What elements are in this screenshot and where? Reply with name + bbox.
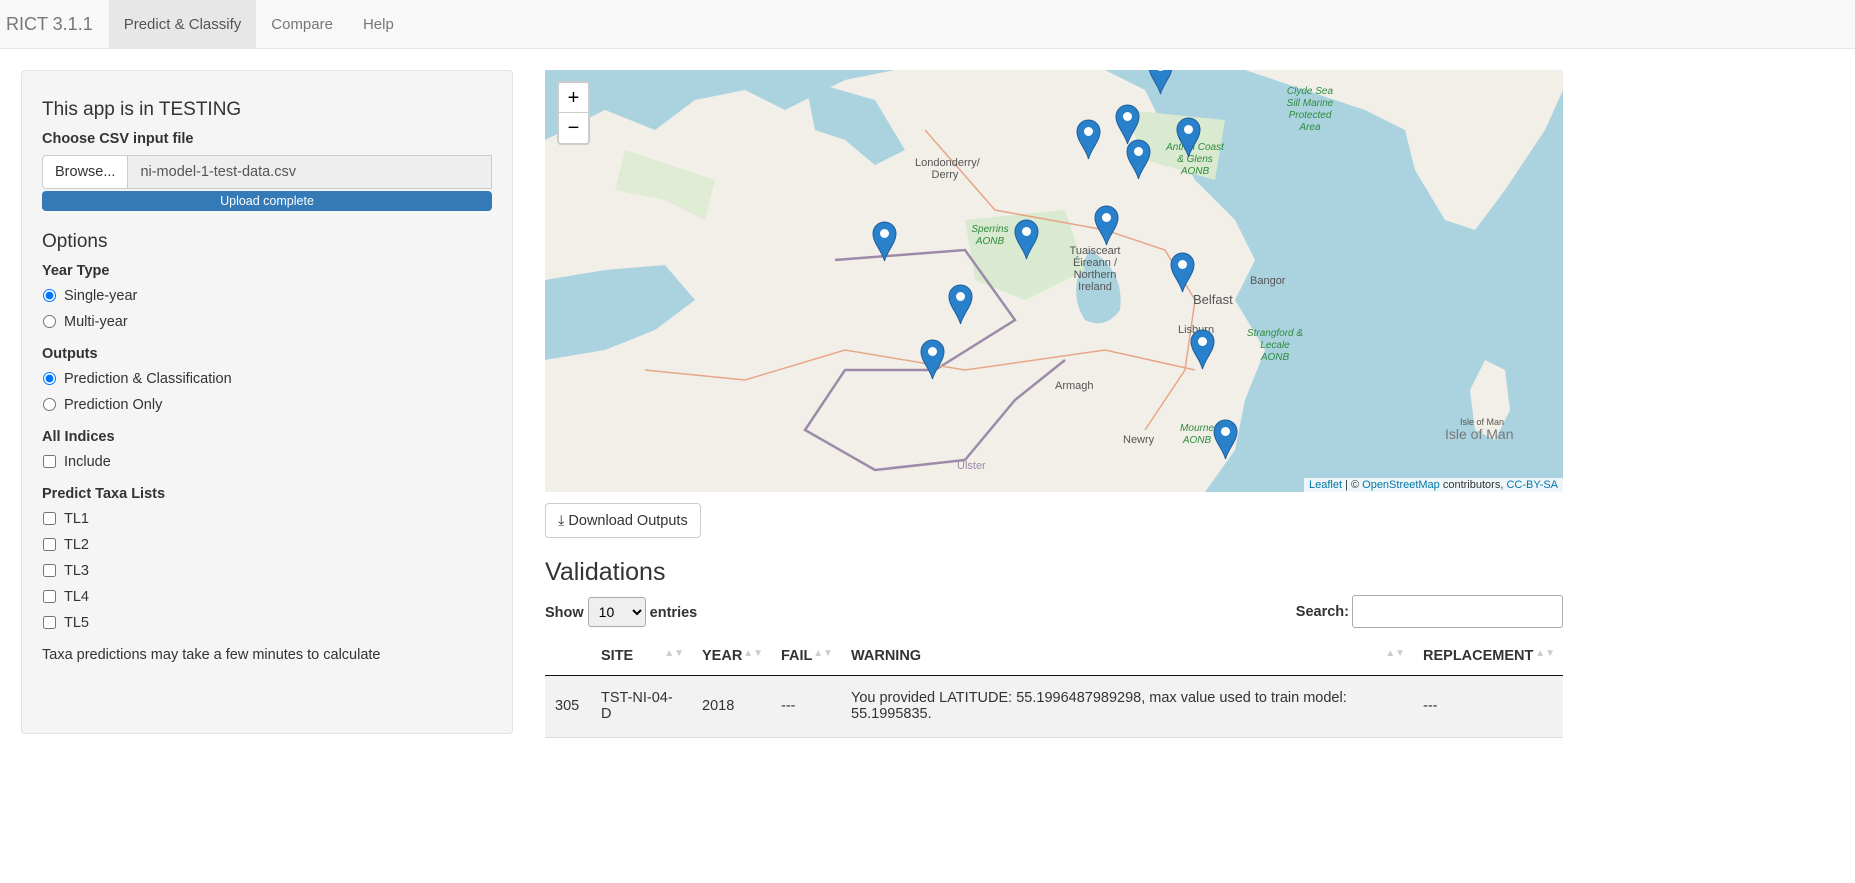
navbar: RICT 3.1.1 Predict & Classify Compare He… — [0, 0, 1855, 49]
checkbox-tl1[interactable]: TL1 — [42, 510, 492, 527]
cell-fail: --- — [771, 675, 841, 738]
main-panel: ⤓ Download Outputs Validations Show 10 entr… — [545, 492, 1563, 738]
checkbox-label: TL4 — [64, 588, 89, 605]
download-label: Download Outputs — [568, 512, 688, 529]
map-marker-icon[interactable] — [1014, 219, 1039, 260]
radio-label: Multi-year — [64, 313, 128, 330]
cell-id: 305 — [545, 675, 591, 738]
leaflet-link[interactable]: Leaflet — [1309, 479, 1342, 491]
taxa-note: Taxa predictions may take a few minutes … — [42, 647, 381, 663]
attr-sep: | © — [1342, 479, 1363, 491]
label-bangor: Bangor — [1250, 275, 1286, 287]
file-label: Choose CSV input file — [42, 131, 194, 147]
map-marker-icon[interactable] — [872, 221, 897, 262]
cell-replacement: --- — [1413, 675, 1563, 738]
label-clyde-sea: Clyde Sea Sill Marine Protected Area — [1286, 86, 1334, 133]
file-input[interactable]: Browse... ni-model-1-test-data.csv — [42, 155, 492, 189]
label-isle-of-man: Isle of Man — [1445, 426, 1514, 442]
zoom-in-button[interactable]: + — [559, 83, 588, 113]
map-marker-icon[interactable] — [1094, 205, 1119, 246]
label-northern-ireland: Tuaisceart Éireann / Northern Ireland — [1069, 245, 1121, 293]
checkbox-label: TL5 — [64, 614, 89, 631]
options-title: Options — [42, 231, 108, 252]
col-index[interactable] — [545, 637, 591, 676]
browse-button[interactable]: Browse... — [42, 155, 129, 189]
label-armagh: Armagh — [1055, 380, 1094, 392]
map-marker-icon[interactable] — [1190, 329, 1215, 370]
map-marker-icon[interactable] — [1213, 419, 1238, 460]
file-name-field: ni-model-1-test-data.csv — [128, 155, 492, 189]
tab-help[interactable]: Help — [348, 0, 409, 48]
map-marker-icon[interactable] — [1170, 252, 1195, 293]
search-label: Search: — [1295, 604, 1349, 620]
map-marker-icon[interactable] — [1076, 119, 1101, 160]
map-marker-icon[interactable] — [1126, 139, 1151, 180]
license-link[interactable]: CC-BY-SA — [1506, 479, 1558, 491]
radio-label: Prediction & Classification — [64, 370, 232, 387]
tab-predict-classify[interactable]: Predict & Classify — [108, 0, 257, 48]
validations-title: Validations — [545, 558, 666, 586]
checkbox-tl4[interactable]: TL4 — [42, 588, 492, 605]
validations-table: SITE ▲▼ YEAR ▲▼ FAIL ▲▼ WARNING ▲▼ REPLACEME… — [545, 637, 1563, 738]
download-icon: ⤓ — [558, 512, 565, 529]
sidebar-panel: This app is in TESTING Choose CSV input … — [21, 70, 513, 734]
col-warning[interactable]: WARNING ▲▼ — [841, 637, 1413, 676]
attr-contrib: contributors, — [1439, 479, 1507, 491]
radio-single-year[interactable]: Single-year — [42, 287, 492, 304]
app-brand: RICT 3.1.1 — [6, 13, 93, 34]
all-indices-label: All Indices — [42, 429, 115, 445]
checkbox-include[interactable]: Include — [42, 453, 492, 470]
radio-prediction-only[interactable]: Prediction Only — [42, 396, 492, 413]
map-marker-icon[interactable] — [1176, 117, 1201, 158]
map-attribution: Leaflet | © OpenStreetMap contributors, … — [1303, 478, 1563, 492]
label-ulster: Ulster — [957, 460, 986, 472]
checkbox-label: TL2 — [64, 536, 89, 553]
tab-compare[interactable]: Compare — [256, 0, 348, 48]
radio-prediction-classification[interactable]: Prediction & Classification — [42, 370, 492, 387]
outputs-label: Outputs — [42, 346, 98, 362]
col-fail[interactable]: FAIL ▲▼ — [771, 637, 841, 676]
checkbox-tl3[interactable]: TL3 — [42, 562, 492, 579]
zoom-out-button[interactable]: − — [559, 113, 588, 143]
map-marker-icon[interactable] — [948, 284, 973, 325]
col-replacement[interactable]: REPLACEMENT ▲▼ — [1413, 637, 1563, 676]
checkbox-tl2[interactable]: TL2 — [42, 536, 492, 553]
year-type-label: Year Type — [42, 263, 110, 279]
cell-warning: You provided LATITUDE: 55.1996487989298,… — [841, 675, 1413, 738]
label-sperrins: Sperrins AONB — [971, 224, 1009, 247]
checkbox-tl5[interactable]: TL5 — [42, 614, 492, 631]
search-input[interactable] — [1352, 595, 1563, 628]
radio-label: Single-year — [64, 287, 138, 304]
osm-link[interactable]: OpenStreetMap — [1362, 479, 1440, 491]
map-marker-icon[interactable] — [1148, 70, 1173, 95]
testing-title: This app is in TESTING — [42, 99, 242, 120]
checkbox-label: TL1 — [64, 510, 89, 527]
label-strangford: Strangford & Lecale AONB — [1246, 328, 1304, 363]
download-outputs-button[interactable]: ⤓ Download Outputs — [545, 503, 701, 538]
table-row: 305 TST-NI-04-D 2018 --- You provided LA… — [545, 675, 1563, 738]
entries-label: entries — [649, 604, 698, 621]
radio-label: Prediction Only — [64, 396, 163, 413]
map[interactable]: + − Londonderry/ Derry Sperrins AONB Tua… — [545, 70, 1563, 492]
radio-multi-year[interactable]: Multi-year — [42, 313, 492, 330]
label-belfast: Belfast — [1193, 292, 1233, 307]
upload-progress-bar: Upload complete — [42, 191, 492, 211]
label-londonderry: Londonderry/ Derry — [915, 157, 980, 181]
map-marker-icon[interactable] — [920, 339, 945, 380]
cell-year: 2018 — [692, 675, 771, 738]
cell-site: TST-NI-04-D — [591, 675, 692, 738]
entries-select[interactable]: 10 — [587, 596, 646, 627]
col-site[interactable]: SITE ▲▼ — [591, 637, 692, 676]
map-tiles — [545, 70, 1563, 492]
col-year[interactable]: YEAR ▲▼ — [692, 637, 771, 676]
zoom-control: + − — [557, 81, 590, 145]
checkbox-label: TL3 — [64, 562, 89, 579]
label-mourne: Mourne AONB — [1180, 423, 1214, 446]
taxa-lists-label: Predict Taxa Lists — [42, 486, 166, 502]
label-newry: Newry — [1123, 434, 1155, 446]
show-label: Show — [545, 604, 584, 621]
checkbox-label: Include — [64, 453, 111, 470]
